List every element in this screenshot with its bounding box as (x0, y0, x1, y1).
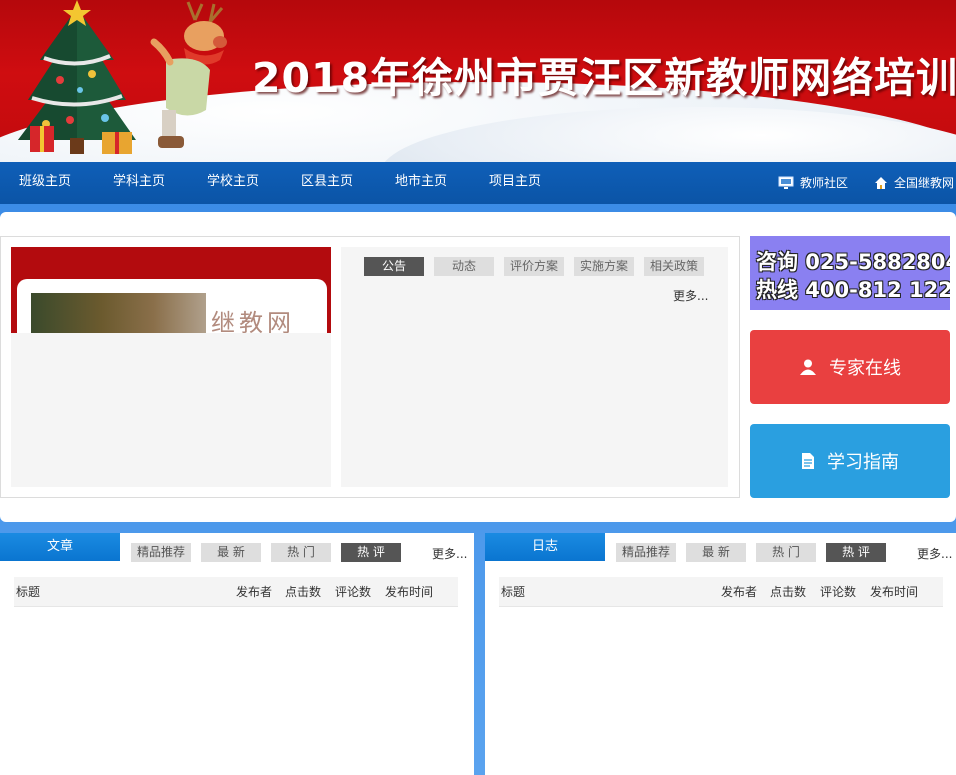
header-banner: 2018年徐州市贾汪区新教师网络培训 (0, 0, 956, 162)
column-title: 标题 (16, 585, 41, 599)
journals-title: 日志 (485, 533, 605, 561)
hotline-phone: 热线 400-812 1228 (756, 278, 950, 302)
column-publish-time: 发布时间 (870, 585, 919, 599)
banner-title: 2018年徐州市贾汪区新教师网络培训 (252, 54, 956, 102)
tab-related-policy[interactable]: 相关政策 (644, 257, 704, 276)
journals-tab-featured[interactable]: 精品推荐 (616, 543, 676, 562)
expert-online-button[interactable]: 专家在线 (750, 330, 950, 404)
study-guide-label: 学习指南 (827, 452, 899, 473)
christmas-tree-icon (18, 0, 136, 154)
column-comments: 评论数 (820, 585, 857, 599)
articles-tab-hot[interactable]: 热 门 (271, 543, 331, 562)
nav-project-home[interactable]: 项目主页 (489, 162, 541, 204)
nav-teacher-community-label: 教师社区 (800, 176, 849, 190)
study-guide-button[interactable]: 学习指南 (750, 424, 950, 498)
column-clicks: 点击数 (770, 585, 807, 599)
journals-table-header: 标题 发布者 点击数 评论数 发布时间 (499, 577, 943, 607)
slider-logo-text: 继教网 (211, 309, 295, 333)
articles-table-header: 标题 发布者 点击数 评论数 发布时间 (14, 577, 458, 607)
reindeer-icon (150, 1, 227, 148)
slider-photo (31, 293, 206, 333)
articles-tab-most-commented[interactable]: 热 评 (341, 543, 401, 562)
nav-national-site[interactable]: 全国继教网 (874, 162, 954, 204)
main-content-panel: 继教网 公告 动态 评价方案 实施方案 相关政策 更多... 咨询 025-58… (0, 212, 956, 522)
monitor-icon (778, 176, 794, 189)
nav-school-home[interactable]: 学校主页 (207, 162, 259, 204)
nav-district-home[interactable]: 区县主页 (301, 162, 353, 204)
column-clicks: 点击数 (285, 585, 322, 599)
image-slider[interactable]: 继教网 (11, 247, 331, 487)
tab-announcement[interactable]: 公告 (364, 257, 424, 276)
articles-more-link[interactable]: 更多... (432, 545, 467, 562)
column-title: 标题 (501, 585, 526, 599)
journals-tab-most-commented[interactable]: 热 评 (826, 543, 886, 562)
journals-tab-latest[interactable]: 最 新 (686, 543, 746, 562)
articles-title: 文章 (0, 533, 120, 561)
consult-phone: 咨询 025-58828040 (756, 250, 950, 274)
tab-evaluation-plan[interactable]: 评价方案 (504, 257, 564, 276)
nav-class-home[interactable]: 班级主页 (19, 162, 71, 204)
expert-online-label: 专家在线 (829, 358, 901, 379)
nav-teacher-community[interactable]: 教师社区 (778, 162, 848, 204)
column-publisher: 发布者 (236, 585, 273, 599)
articles-panel: 文章 精品推荐 最 新 热 门 热 评 更多... 标题 发布者 点击数 评论数… (0, 533, 474, 775)
column-comments: 评论数 (335, 585, 372, 599)
home-icon (875, 177, 887, 189)
articles-tab-featured[interactable]: 精品推荐 (131, 543, 191, 562)
main-nav: 班级主页 学科主页 学校主页 区县主页 地市主页 项目主页 教师社区 全国继教网 (0, 162, 956, 204)
document-icon (802, 453, 814, 469)
slider-image: 继教网 (11, 247, 331, 333)
user-icon (800, 359, 816, 375)
tab-news[interactable]: 动态 (434, 257, 494, 276)
hotline-banner: 咨询 025-58828040 热线 400-812 1228 (750, 236, 950, 310)
articles-tab-latest[interactable]: 最 新 (201, 543, 261, 562)
notice-more-link[interactable]: 更多... (673, 287, 708, 304)
nav-national-site-label: 全国继教网 (894, 176, 955, 190)
nav-city-home[interactable]: 地市主页 (395, 162, 447, 204)
tab-implementation-plan[interactable]: 实施方案 (574, 257, 634, 276)
journals-panel: 日志 精品推荐 最 新 热 门 热 评 更多... 标题 发布者 点击数 评论数… (485, 533, 956, 775)
nav-subject-home[interactable]: 学科主页 (113, 162, 165, 204)
column-publish-time: 发布时间 (385, 585, 434, 599)
news-section: 继教网 公告 动态 评价方案 实施方案 相关政策 更多... (0, 236, 740, 498)
journals-more-link[interactable]: 更多... (917, 545, 952, 562)
notice-board: 公告 动态 评价方案 实施方案 相关政策 更多... (341, 247, 728, 487)
journals-tab-hot[interactable]: 热 门 (756, 543, 816, 562)
column-publisher: 发布者 (721, 585, 758, 599)
